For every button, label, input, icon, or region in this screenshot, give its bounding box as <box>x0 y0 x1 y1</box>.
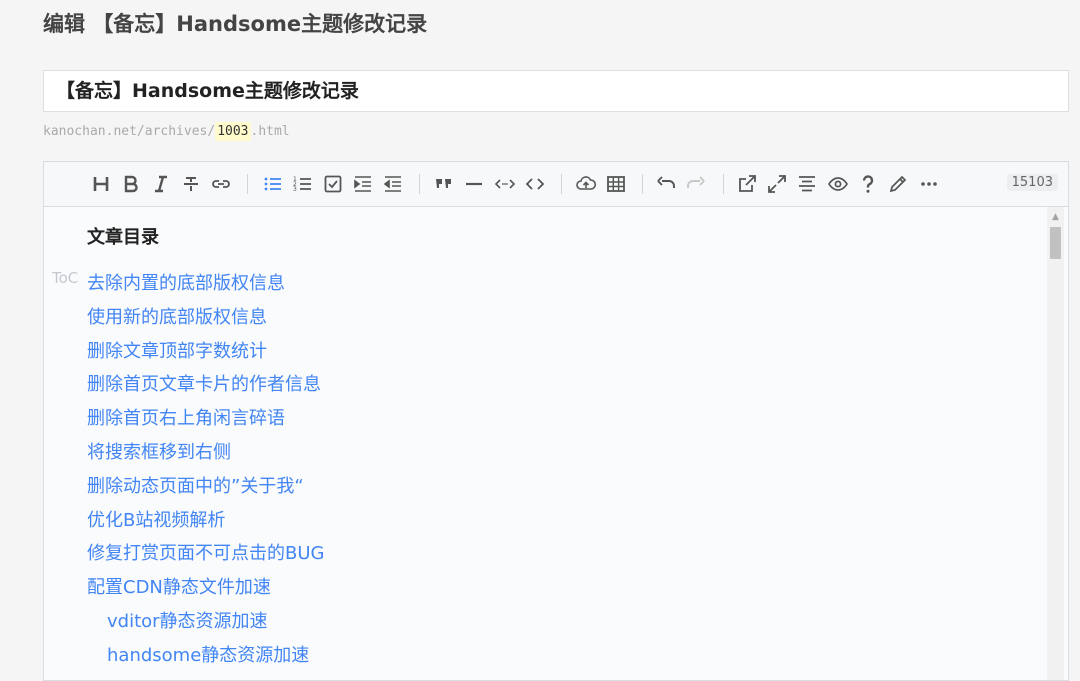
checklist-icon[interactable] <box>322 173 344 195</box>
inline-code-icon[interactable] <box>494 173 516 195</box>
permalink-slug-field[interactable]: 1003 <box>215 122 251 141</box>
indent-icon[interactable] <box>352 173 374 195</box>
upload-icon[interactable] <box>575 173 597 195</box>
toc-item[interactable]: 配置CDN静态文件加速 <box>87 571 324 605</box>
toolbar-divider <box>247 174 248 194</box>
toolbar-divider <box>723 174 724 194</box>
more-icon[interactable] <box>918 173 940 195</box>
toc-item[interactable]: 删除首页右上角闲言碎语 <box>87 402 324 436</box>
svg-text:3: 3 <box>293 186 297 193</box>
scroll-up-arrow-icon[interactable]: ▲ <box>1047 211 1064 223</box>
editor-content[interactable]: 文章目录 ToC 去除内置的底部版权信息 使用新的底部版权信息 删除文章顶部字数… <box>44 207 1068 680</box>
bullet-list-icon[interactable] <box>262 173 284 195</box>
italic-icon[interactable] <box>150 173 172 195</box>
fullscreen-icon[interactable] <box>766 173 788 195</box>
toc-tag: ToC <box>52 269 79 287</box>
permalink-prefix: kanochan.net/archives/ <box>43 124 216 139</box>
horizontal-rule-icon[interactable] <box>463 173 485 195</box>
heading-icon[interactable] <box>90 173 112 195</box>
editor-toolbar: 123 15103 <box>44 162 1068 207</box>
toc-subitem[interactable]: handsome静态资源加速 <box>87 639 324 673</box>
page-title: 编辑 【备忘】Handsome主题修改记录 <box>43 12 428 36</box>
toc-item[interactable]: 优化B站视频解析 <box>87 504 324 538</box>
outdent-icon[interactable] <box>382 173 404 195</box>
quote-icon[interactable] <box>433 173 455 195</box>
undo-icon[interactable] <box>655 173 677 195</box>
edit-mode-icon[interactable] <box>736 173 758 195</box>
pencil-icon[interactable] <box>887 173 909 195</box>
permalink: kanochan.net/archives/1003 .html <box>43 122 290 141</box>
toc-item[interactable]: 修复打赏页面不可点击的BUG <box>87 537 324 571</box>
toc-item[interactable]: 去除内置的底部版权信息 <box>87 267 324 301</box>
toc-subitem[interactable]: vditor静态资源加速 <box>87 605 324 639</box>
table-icon[interactable] <box>605 173 627 195</box>
permalink-suffix: .html <box>250 124 290 139</box>
preview-icon[interactable] <box>827 173 849 195</box>
markdown-editor: 123 15103 文章目录 ToC 去除内置的底部版权信息 使用新的底部版权信… <box>43 161 1069 681</box>
code-block-icon[interactable] <box>524 173 546 195</box>
toolbar-divider <box>419 174 420 194</box>
toc-heading: 文章目录 <box>87 227 159 248</box>
help-icon[interactable] <box>857 173 879 195</box>
toc-item[interactable]: 删除动态页面中的”关于我“ <box>87 470 324 504</box>
toc-item[interactable]: 使用新的底部版权信息 <box>87 301 324 335</box>
toc-item[interactable]: 删除首页文章卡片的作者信息 <box>87 368 324 402</box>
toc-list: 去除内置的底部版权信息 使用新的底部版权信息 删除文章顶部字数统计 删除首页文章… <box>87 267 324 673</box>
redo-icon[interactable] <box>685 173 707 195</box>
char-count-badge: 15103 <box>1006 174 1058 191</box>
toolbar-divider <box>642 174 643 194</box>
toc-item[interactable]: 将搜索框移到右侧 <box>87 436 324 470</box>
strikethrough-icon[interactable] <box>180 173 202 195</box>
bold-icon[interactable] <box>120 173 142 195</box>
scrollbar-thumb[interactable] <box>1050 227 1061 259</box>
vertical-scrollbar[interactable]: ▲ <box>1047 207 1064 680</box>
ordered-list-icon[interactable]: 123 <box>292 173 314 195</box>
post-title-input[interactable] <box>43 70 1069 112</box>
toolbar-divider <box>561 174 562 194</box>
link-icon[interactable] <box>210 173 232 195</box>
toc-item[interactable]: 删除文章顶部字数统计 <box>87 335 324 369</box>
outline-icon[interactable] <box>796 173 818 195</box>
